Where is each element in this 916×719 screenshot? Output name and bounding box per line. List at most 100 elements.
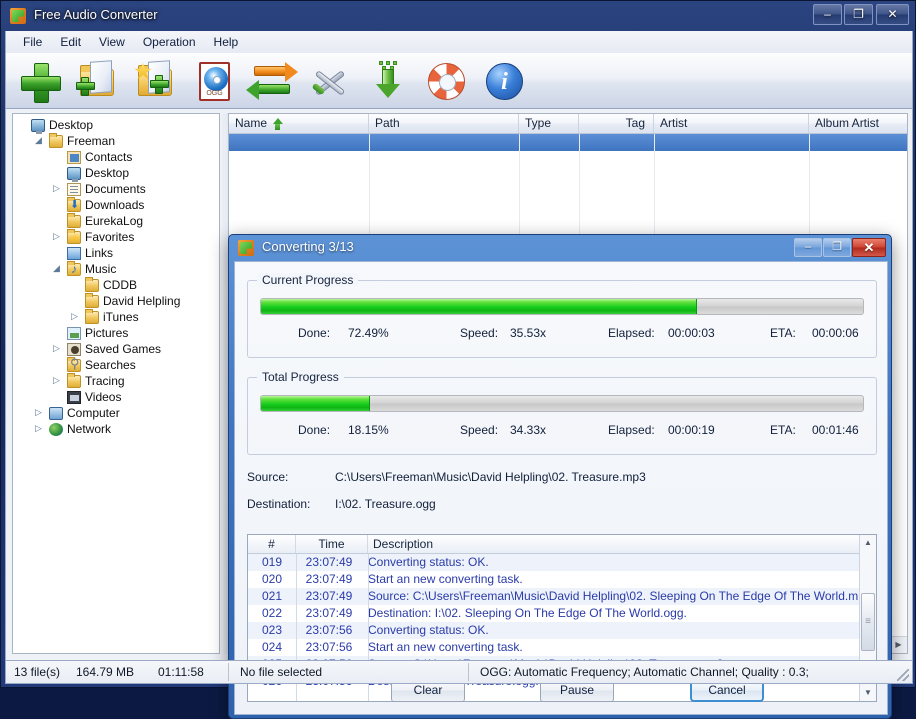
convert-button[interactable] <box>248 57 296 105</box>
log-row[interactable]: 02323:07:56Converting status: OK. <box>248 622 859 639</box>
column-header-album-artist[interactable]: Album Artist <box>809 114 909 133</box>
window-maximize-button[interactable]: ❐ <box>844 4 873 25</box>
tree-item-network[interactable]: Network <box>13 421 219 437</box>
tree-item-itunes[interactable]: iTunes <box>13 309 219 325</box>
window-minimize-button[interactable]: – <box>813 4 842 25</box>
chevron-right-icon[interactable] <box>53 184 62 193</box>
about-button[interactable]: i <box>480 57 528 105</box>
info-icon: i <box>486 63 523 100</box>
resize-grip-icon[interactable] <box>897 669 909 681</box>
window-close-button[interactable]: ✕ <box>876 4 909 25</box>
tree-item-label: Music <box>85 261 116 277</box>
tree-item-label: Network <box>67 421 111 437</box>
column-header-path[interactable]: Path <box>369 114 519 133</box>
chevron-right-icon[interactable] <box>35 408 44 417</box>
chevron-right-icon[interactable] <box>53 376 62 385</box>
ogg-label: OGG <box>201 90 228 97</box>
tree-item-cddb[interactable]: CDDB <box>13 277 219 293</box>
tree-item-desktop[interactable]: Desktop <box>13 117 219 133</box>
current-eta-value: 00:00:06 <box>812 325 859 341</box>
folder-icon <box>49 135 63 148</box>
log-row-time: 23:07:56 <box>296 622 362 639</box>
log-column-time[interactable]: Time <box>296 535 368 553</box>
log-row-number: 019 <box>248 554 296 571</box>
log-row[interactable]: 02223:07:49Destination: I:\02. Sleeping … <box>248 605 859 622</box>
toolbar: OGG i <box>5 53 913 109</box>
log-column-description[interactable]: Description <box>368 535 859 553</box>
statusbar: 13 file(s) 164.79 MB 01:11:58 No file se… <box>5 660 913 684</box>
disc-icon <box>204 67 228 91</box>
tree-item-eurekalog[interactable]: EurekaLog <box>13 213 219 229</box>
table-row[interactable] <box>229 134 907 151</box>
tree-item-pictures[interactable]: Pictures <box>13 325 219 341</box>
tree-item-documents[interactable]: Documents <box>13 181 219 197</box>
menu-view[interactable]: View <box>90 32 134 52</box>
log-row-number: 020 <box>248 571 296 588</box>
menu-file[interactable]: File <box>14 32 51 52</box>
total-elapsed-label: Elapsed: <box>608 422 655 438</box>
add-favorite-folder-button[interactable] <box>132 57 180 105</box>
dialog-close-button[interactable]: ✕ <box>852 238 886 257</box>
dialog-maximize-button[interactable]: ❐ <box>823 238 851 257</box>
tree-item-label: Links <box>85 245 113 261</box>
menu-operation[interactable]: Operation <box>134 32 205 52</box>
links-icon <box>67 247 81 260</box>
chevron-right-icon[interactable] <box>53 232 62 241</box>
total-elapsed-value: 00:00:19 <box>668 422 715 438</box>
download-button[interactable] <box>364 57 412 105</box>
tree-item-contacts[interactable]: Contacts <box>13 149 219 165</box>
tree-item-david-helpling[interactable]: David Helpling <box>13 293 219 309</box>
panel-splitter[interactable] <box>221 113 228 654</box>
add-files-button[interactable] <box>16 57 64 105</box>
chevron-down-icon[interactable] <box>35 136 44 145</box>
saved-games-icon <box>67 343 81 356</box>
ogg-disc-icon: OGG <box>199 62 230 101</box>
folder-icon <box>67 215 81 228</box>
log-row[interactable]: 02423:07:56Start an new converting task. <box>248 639 859 656</box>
chevron-right-icon[interactable] <box>71 312 80 321</box>
settings-button[interactable] <box>306 57 354 105</box>
menu-help[interactable]: Help <box>205 32 248 52</box>
tree-item-favorites[interactable]: Favorites <box>13 229 219 245</box>
source-value: C:\Users\Freeman\Music\David Helpling\02… <box>335 470 646 484</box>
log-row[interactable]: 02023:07:49Start an new converting task. <box>248 571 859 588</box>
tree-item-tracing[interactable]: Tracing <box>13 373 219 389</box>
tree-item-label: Desktop <box>85 165 129 181</box>
chevron-right-icon[interactable] <box>35 424 44 433</box>
column-header-name[interactable]: Name <box>229 114 369 133</box>
menu-edit[interactable]: Edit <box>51 32 90 52</box>
tree-item-links[interactable]: Links <box>13 245 219 261</box>
chevron-down-icon[interactable] <box>53 264 62 273</box>
output-format-button[interactable]: OGG <box>190 57 238 105</box>
tree-item-saved-games[interactable]: Saved Games <box>13 341 219 357</box>
add-folder-button[interactable] <box>74 57 122 105</box>
log-row[interactable]: 01923:07:49Converting status: OK. <box>248 554 859 571</box>
tree-item-computer[interactable]: Computer <box>13 405 219 421</box>
current-progress-stats: Done: 72.49% Speed: 35.53x Elapsed: 00:0… <box>260 325 864 341</box>
tree-item-videos[interactable]: Videos <box>13 389 219 405</box>
converting-dialog: Converting 3/13 – ❐ ✕ Current Progress D… <box>228 234 892 719</box>
log-column-number[interactable]: # <box>248 535 296 553</box>
support-button[interactable] <box>422 57 470 105</box>
folder-tree[interactable]: DesktopFreemanContactsDesktopDocumentsDo… <box>12 113 220 654</box>
log-row[interactable]: 02123:07:49Source: C:\Users\Freeman\Musi… <box>248 588 859 605</box>
tree-item-freeman[interactable]: Freeman <box>13 133 219 149</box>
videos-icon <box>67 391 81 404</box>
tree-item-downloads[interactable]: Downloads <box>13 197 219 213</box>
scroll-right-icon[interactable]: ▶ <box>891 638 906 652</box>
log-row-number: 023 <box>248 622 296 639</box>
column-header-artist[interactable]: Artist <box>654 114 809 133</box>
chevron-right-icon[interactable] <box>53 344 62 353</box>
column-header-type[interactable]: Type <box>519 114 579 133</box>
scroll-up-icon[interactable]: ▲ <box>861 536 875 550</box>
scrollbar-thumb[interactable] <box>861 593 875 651</box>
total-progress-title: Total Progress <box>257 370 344 384</box>
current-eta-label: ETA: <box>770 325 796 341</box>
tree-item-music[interactable]: Music <box>13 261 219 277</box>
scroll-down-icon[interactable]: ▼ <box>861 686 875 700</box>
tree-item-searches[interactable]: Searches <box>13 357 219 373</box>
column-header-tag[interactable]: Tag <box>579 114 654 133</box>
tools-icon <box>311 63 349 101</box>
tree-item-desktop[interactable]: Desktop <box>13 165 219 181</box>
dialog-minimize-button[interactable]: – <box>794 238 822 257</box>
